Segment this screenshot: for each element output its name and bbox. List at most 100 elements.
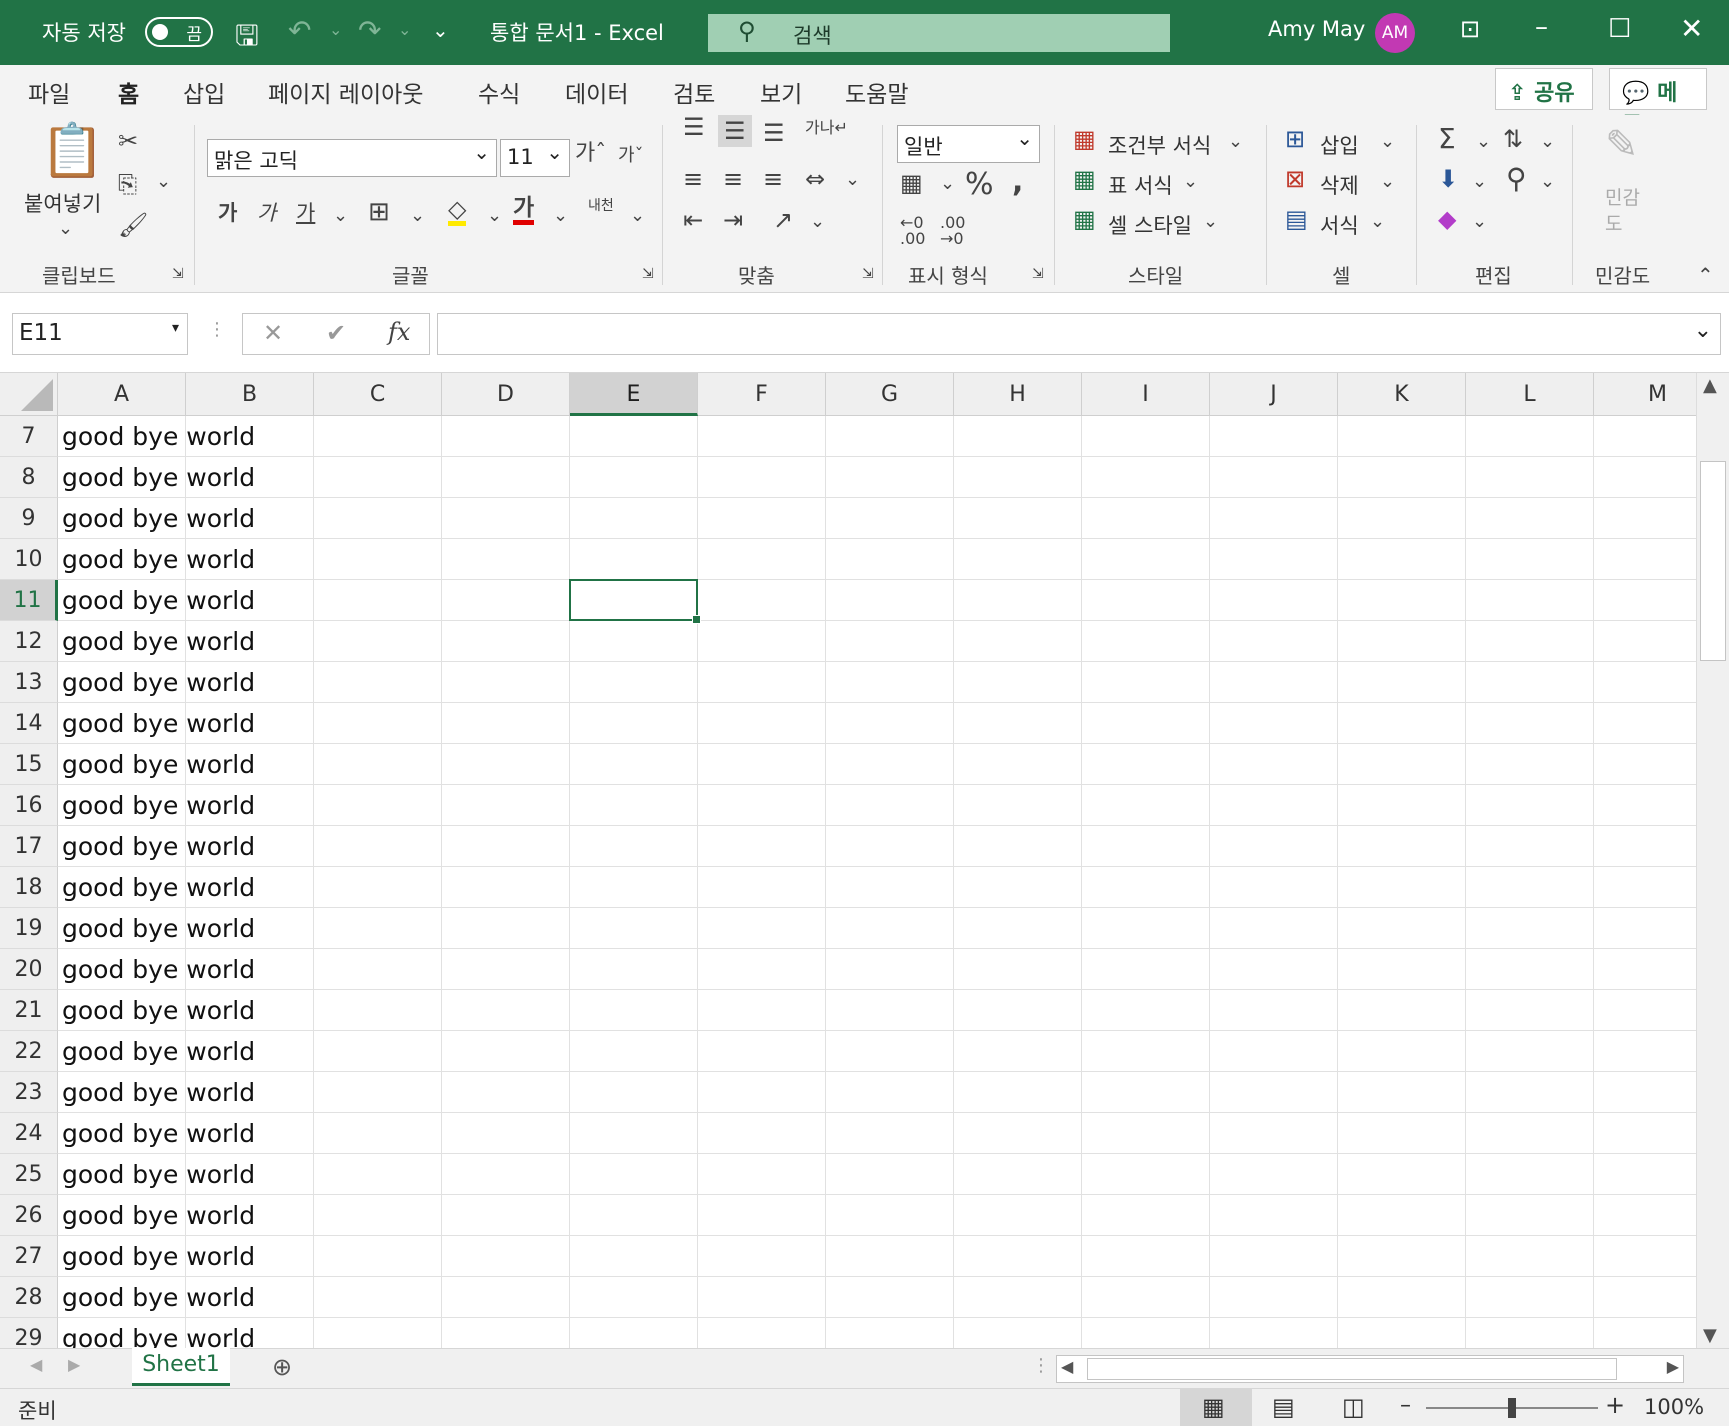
- share-button[interactable]: ⇪ 공유: [1495, 68, 1593, 110]
- cell-c17[interactable]: [314, 826, 442, 867]
- cell-j8[interactable]: [1210, 457, 1338, 498]
- cell-g27[interactable]: [826, 1236, 954, 1277]
- cell-f22[interactable]: [698, 1031, 826, 1072]
- cell-d21[interactable]: [442, 990, 570, 1031]
- formula-input[interactable]: ⌄: [437, 313, 1721, 355]
- cell-b28[interactable]: [186, 1277, 314, 1318]
- format-table-dropdown-icon[interactable]: ⌄: [1183, 173, 1198, 191]
- cell-i26[interactable]: [1082, 1195, 1210, 1236]
- cell-l23[interactable]: [1466, 1072, 1594, 1113]
- search-box[interactable]: ⚲ 검색: [708, 14, 1170, 52]
- cell-e10[interactable]: [570, 539, 698, 580]
- row-header[interactable]: 8: [0, 457, 58, 498]
- cell-m26[interactable]: [1594, 1195, 1696, 1236]
- format-painter-icon[interactable]: 🖌: [118, 213, 148, 237]
- cell-j16[interactable]: [1210, 785, 1338, 826]
- cell-g20[interactable]: [826, 949, 954, 990]
- undo-icon[interactable]: ↶: [288, 14, 311, 47]
- row-header[interactable]: 16: [0, 785, 58, 826]
- cell-j22[interactable]: [1210, 1031, 1338, 1072]
- cell-l21[interactable]: [1466, 990, 1594, 1031]
- column-header-i[interactable]: I: [1082, 373, 1210, 416]
- cell-e20[interactable]: [570, 949, 698, 990]
- delete-cells-label[interactable]: 삭제: [1320, 170, 1359, 200]
- scroll-down-icon[interactable]: ▼: [1703, 1325, 1717, 1346]
- cell-i24[interactable]: [1082, 1113, 1210, 1154]
- cell-f28[interactable]: [698, 1277, 826, 1318]
- cell-k20[interactable]: [1338, 949, 1466, 990]
- tab-insert[interactable]: 삽입: [183, 75, 225, 109]
- close-icon[interactable]: ✕: [1680, 12, 1703, 45]
- cell-g24[interactable]: [826, 1113, 954, 1154]
- cell-l17[interactable]: [1466, 826, 1594, 867]
- column-header-j[interactable]: J: [1210, 373, 1338, 416]
- row-header[interactable]: 21: [0, 990, 58, 1031]
- avatar[interactable]: AM: [1375, 13, 1415, 53]
- cell-l26[interactable]: [1466, 1195, 1594, 1236]
- cell-m15[interactable]: [1594, 744, 1696, 785]
- cell-c21[interactable]: [314, 990, 442, 1031]
- cell-i14[interactable]: [1082, 703, 1210, 744]
- decrease-indent-icon[interactable]: ⇤: [683, 208, 703, 232]
- cell-i20[interactable]: [1082, 949, 1210, 990]
- cell-b12[interactable]: [186, 621, 314, 662]
- cell-f24[interactable]: [698, 1113, 826, 1154]
- cell-g11[interactable]: [826, 580, 954, 621]
- cell-l11[interactable]: [1466, 580, 1594, 621]
- cell-l14[interactable]: [1466, 703, 1594, 744]
- borders-dropdown-icon[interactable]: ⌄: [410, 207, 425, 225]
- cell-i16[interactable]: [1082, 785, 1210, 826]
- cell-l18[interactable]: [1466, 867, 1594, 908]
- format-cells-label[interactable]: 서식: [1320, 210, 1359, 240]
- clipboard-launcher-icon[interactable]: ⇲: [172, 267, 184, 281]
- clear-dropdown-icon[interactable]: ⌄: [1472, 213, 1487, 231]
- cell-h21[interactable]: [954, 990, 1082, 1031]
- cell-m21[interactable]: [1594, 990, 1696, 1031]
- sheet-next-icon[interactable]: ▶: [68, 1355, 80, 1374]
- cell-g23[interactable]: [826, 1072, 954, 1113]
- cell-e15[interactable]: [570, 744, 698, 785]
- cell-h13[interactable]: [954, 662, 1082, 703]
- column-header-g[interactable]: G: [826, 373, 954, 416]
- merge-center-icon[interactable]: ⇔: [805, 167, 825, 191]
- cell-a7[interactable]: good bye world: [58, 416, 255, 457]
- cell-l10[interactable]: [1466, 539, 1594, 580]
- cell-m14[interactable]: [1594, 703, 1696, 744]
- row-header[interactable]: 28: [0, 1277, 58, 1318]
- cell-m29[interactable]: [1594, 1318, 1696, 1348]
- normal-view-button[interactable]: ▦: [1180, 1389, 1252, 1426]
- cell-a8[interactable]: good bye world: [58, 457, 255, 498]
- tab-home[interactable]: 홈: [118, 75, 140, 119]
- cell-h10[interactable]: [954, 539, 1082, 580]
- increase-decimal-icon[interactable]: ←0.00: [900, 215, 925, 247]
- cell-h7[interactable]: [954, 416, 1082, 457]
- row-header[interactable]: 15: [0, 744, 58, 785]
- cell-m24[interactable]: [1594, 1113, 1696, 1154]
- cell-a14[interactable]: good bye world: [58, 703, 255, 744]
- cell-c8[interactable]: [314, 457, 442, 498]
- cell-k21[interactable]: [1338, 990, 1466, 1031]
- cell-k8[interactable]: [1338, 457, 1466, 498]
- cell-d28[interactable]: [442, 1277, 570, 1318]
- cell-k22[interactable]: [1338, 1031, 1466, 1072]
- cell-g26[interactable]: [826, 1195, 954, 1236]
- cell-a12[interactable]: good bye world: [58, 621, 255, 662]
- horizontal-scrollbar[interactable]: ◀ ▶: [1056, 1355, 1684, 1383]
- cell-f25[interactable]: [698, 1154, 826, 1195]
- cell-a22[interactable]: good bye world: [58, 1031, 255, 1072]
- cell-k28[interactable]: [1338, 1277, 1466, 1318]
- sort-filter-dropdown-icon[interactable]: ⌄: [1540, 133, 1555, 151]
- cell-m18[interactable]: [1594, 867, 1696, 908]
- cell-l8[interactable]: [1466, 457, 1594, 498]
- cell-j17[interactable]: [1210, 826, 1338, 867]
- row-header[interactable]: 26: [0, 1195, 58, 1236]
- cell-j29[interactable]: [1210, 1318, 1338, 1348]
- tab-split-handle-icon[interactable]: ⋮: [1032, 1355, 1050, 1376]
- cell-e27[interactable]: [570, 1236, 698, 1277]
- tab-page-layout[interactable]: 페이지 레이아웃: [268, 75, 423, 109]
- undo-dropdown-icon[interactable]: ⌄: [329, 20, 342, 39]
- cell-m13[interactable]: [1594, 662, 1696, 703]
- enter-icon[interactable]: ✔: [326, 319, 346, 347]
- tab-view[interactable]: 보기: [760, 75, 802, 109]
- tab-formulas[interactable]: 수식: [478, 75, 520, 109]
